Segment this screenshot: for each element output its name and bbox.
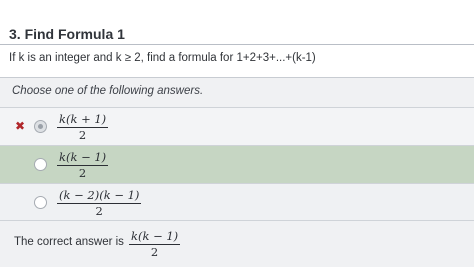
- question-header: 3. Find Formula 1 If k is an integer and…: [0, 0, 474, 78]
- correct-answer-label: The correct answer is: [14, 236, 124, 248]
- incorrect-x-icon: ✖: [15, 119, 26, 133]
- answer-3-numerator: (k − 2)(k − 1): [59, 188, 140, 202]
- header-divider: [0, 44, 474, 45]
- answer-2-numerator: k(k − 1): [59, 150, 107, 164]
- answer-3-formula: (k − 2)(k − 1) 2: [57, 188, 142, 218]
- question-text: If k is an integer and k ≥ 2, find a for…: [9, 52, 316, 64]
- correct-answer-denominator: 2: [150, 245, 159, 259]
- correct-answer-numerator: k(k − 1): [131, 229, 179, 243]
- answer-1-numerator: k(k + 1): [59, 112, 107, 126]
- answer-3-denominator: 2: [95, 204, 103, 218]
- radio-button-2[interactable]: [34, 158, 47, 171]
- answer-1-formula: k(k + 1) 2: [57, 112, 109, 142]
- answer-prompt: Choose one of the following answers.: [12, 85, 204, 97]
- question-title: 3. Find Formula 1: [9, 26, 125, 42]
- answer-option-2[interactable]: k(k − 1) 2: [0, 145, 474, 183]
- answer-option-3[interactable]: (k − 2)(k − 1) 2: [0, 183, 474, 221]
- answer-2-formula: k(k − 1) 2: [57, 150, 109, 180]
- radio-button-1[interactable]: [34, 120, 47, 133]
- answer-option-1[interactable]: ✖ k(k + 1) 2: [0, 107, 474, 145]
- answer-2-denominator: 2: [78, 166, 87, 180]
- answer-1-denominator: 2: [78, 128, 87, 142]
- correct-answer-formula: k(k − 1) 2: [129, 229, 181, 259]
- radio-button-3[interactable]: [34, 196, 47, 209]
